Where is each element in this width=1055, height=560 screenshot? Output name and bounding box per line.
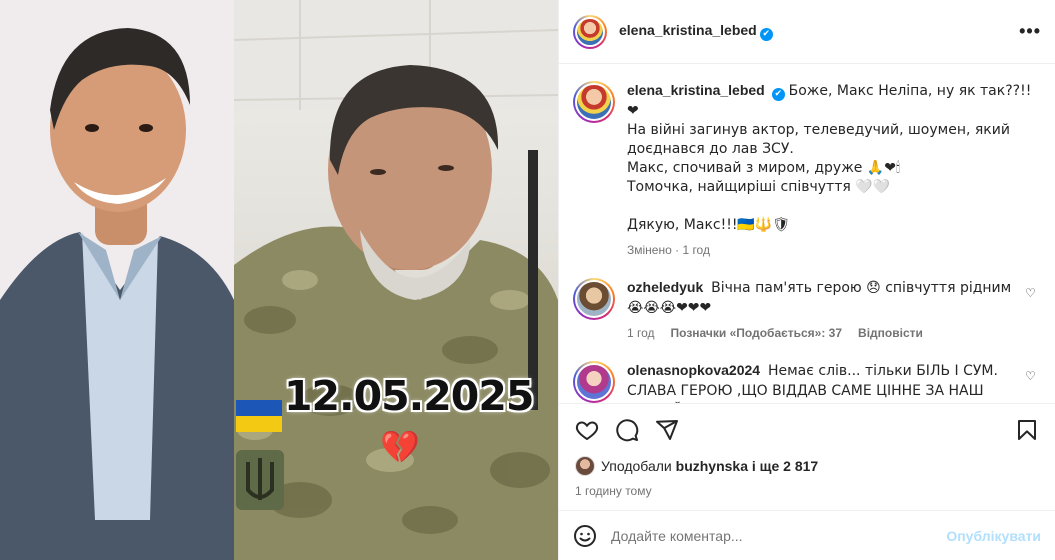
verified-badge-icon: ✔ [759,28,773,41]
comment-username[interactable]: olenasnopkova2024 [627,362,760,378]
comment-like-icon[interactable]: ♡ [1025,286,1039,343]
share-send-icon[interactable] [655,418,679,442]
commenter-avatar[interactable] [573,278,615,320]
post-side-panel: elena_kristina_lebed ✔ ••• elena_kristina… [558,0,1055,560]
author-username-row[interactable]: elena_kristina_lebed ✔ [619,22,1019,41]
emoji-picker-icon[interactable] [573,524,597,548]
comment-time[interactable]: 1 год [627,324,655,343]
verified-badge-icon: ✔ [771,88,785,101]
caption-username[interactable]: elena_kristina_lebed [627,82,765,98]
caption-line [627,197,1039,216]
edited-label: Змінено [627,243,672,257]
caption-line: Макс, спочивай з миром, друже 🙏❤🕯 [627,160,901,176]
post-photo-illustration [0,0,558,560]
post-header: elena_kristina_lebed ✔ ••• [559,0,1055,64]
comment-item: olenasnopkova2024 Немає слів... тільки Б… [573,361,1039,403]
comment-like-icon[interactable]: ♡ [1025,369,1039,403]
liked-by-suffix[interactable]: і ще 2 817 [752,458,818,474]
comment-username[interactable]: ozheledyuk [627,279,703,295]
liker-avatar [575,456,595,476]
caption: elena_kristina_lebed ✔ Боже, Макс Неліпа,… [573,81,1039,260]
author-username[interactable]: elena_kristina_lebed [619,22,757,38]
post-time-ago[interactable]: 1 годину тому [575,484,1039,498]
likes-summary[interactable]: Уподобали buzhynska і ще 2 817 [575,456,1039,476]
caption-time: 1 год [682,243,710,257]
commenter-avatar[interactable] [573,361,615,403]
comment-input[interactable] [611,527,947,544]
author-avatar[interactable] [573,14,607,49]
reply-button[interactable]: Відповісти [858,324,923,343]
caption-edited-label: Змінено · 1 год [627,243,710,257]
post-date-overlay: 12.05.2025 [284,372,534,420]
like-heart-icon[interactable] [575,418,599,442]
post-comment-button[interactable]: Опублікувати [946,528,1041,544]
caption-line: Дякую, Макс!!!🇺🇦🔱🛡 [627,217,791,233]
more-options-icon[interactable]: ••• [1019,21,1041,42]
bookmark-icon[interactable] [1015,418,1039,442]
liked-by-prefix: Уподобали [601,458,672,474]
post-actions: Уподобали buzhynska і ще 2 817 1 годину … [559,403,1055,498]
caption-line: На війні загинув актор, телеведучий, шоу… [627,122,1010,157]
comment-meta: 1 год Позначки «Подобається»: 37 Відпові… [627,324,1017,343]
liked-by-user[interactable]: buzhynska [676,458,748,474]
comment-bubble-icon[interactable] [615,418,639,442]
caption-line: Томочка, найщиріші співчуття 🤍🤍 [627,179,891,195]
caption-meta: Змінено · 1 год [627,241,1039,260]
comment-body: olenasnopkova2024 Немає слів... тільки Б… [627,361,1017,403]
broken-heart-icon: 💔 [380,428,420,466]
comments-list[interactable]: elena_kristina_lebed ✔ Боже, Макс Неліпа,… [559,65,1055,403]
add-comment-bar: Опублікувати [559,510,1055,560]
comment-item: ozheledyuk Вічна пам'ять герою 😞 співчут… [573,278,1039,343]
caption-author-avatar[interactable] [573,81,615,123]
action-row [575,416,1039,444]
comment-likes-count[interactable]: Позначки «Подобається»: 37 [671,324,842,343]
caption-body: elena_kristina_lebed ✔ Боже, Макс Неліпа,… [627,81,1039,260]
comment-body: ozheledyuk Вічна пам'ять герою 😞 співчут… [627,278,1017,343]
post-image[interactable]: 12.05.2025 💔 [0,0,558,560]
